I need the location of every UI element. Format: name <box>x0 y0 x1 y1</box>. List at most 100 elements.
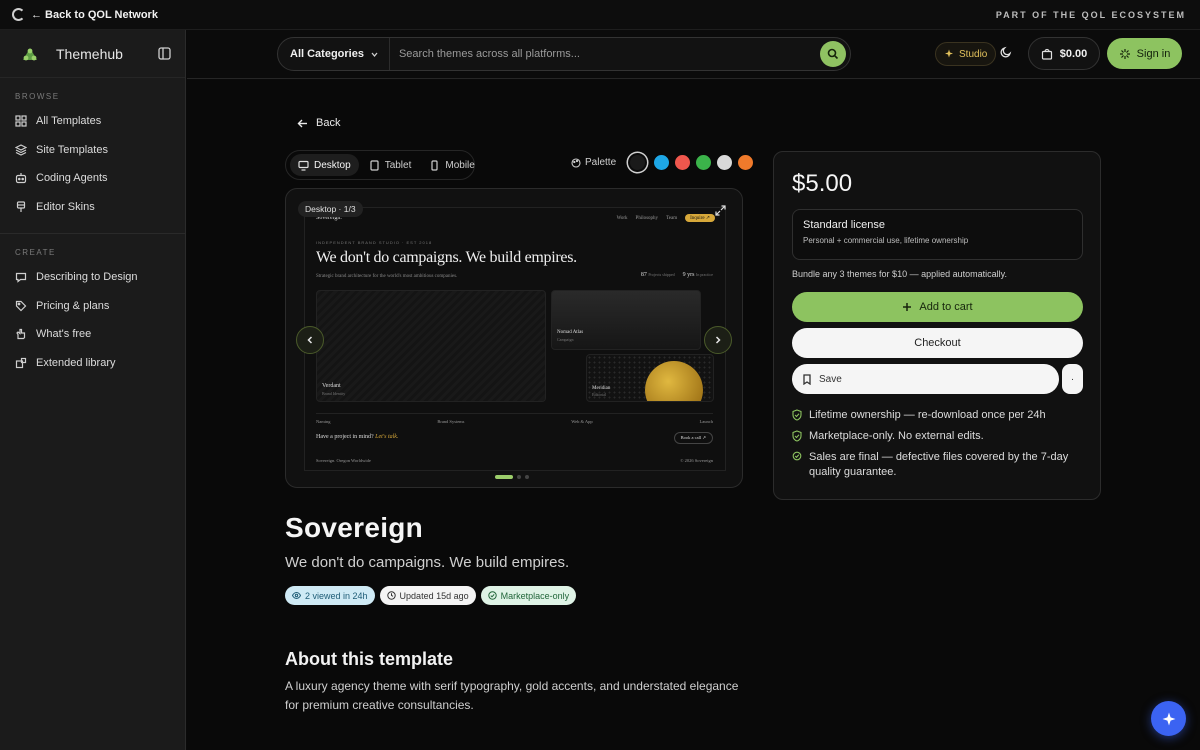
save-button[interactable]: Save <box>792 364 1059 394</box>
template-preview: Sovereign. Work Philosophy Team Inquire … <box>285 188 743 488</box>
mini-service: Launch <box>699 419 713 424</box>
clock-icon <box>386 591 396 600</box>
pagination-dot[interactable] <box>517 475 521 479</box>
palette-swatch[interactable] <box>696 155 712 170</box>
main-content: Back Desktop Tablet Mobile Palette Sover… <box>187 80 1200 750</box>
feature-text: Sales are final — defective files covere… <box>809 451 1069 478</box>
preview-badge: Desktop · 1/3 <box>298 201 363 217</box>
mini-project-card: Verdant Brand Identity <box>316 290 546 402</box>
sign-in-label: Sign in <box>1136 47 1171 60</box>
purchase-panel: $5.00 Standard license Personal + commer… <box>773 151 1101 500</box>
preview-next-button[interactable] <box>704 326 732 354</box>
expand-icon[interactable] <box>715 205 726 216</box>
network-bar: ← Back to QOL Network PART OF THE QOL EC… <box>0 0 1200 30</box>
sidebar-item-describing-to-design[interactable]: Describing to Design <box>0 263 185 292</box>
mini-nav-cta: Inquire ↗ <box>685 214 715 222</box>
mini-nav-link: Team <box>666 215 678 221</box>
sparkle-icon <box>1162 712 1175 725</box>
assistant-fab-button[interactable] <box>1151 701 1186 736</box>
category-select-value: All Categories <box>290 48 364 60</box>
search-input[interactable]: Search themes across all platforms... <box>390 48 820 60</box>
monitor-icon <box>298 160 309 171</box>
back-to-network-link[interactable]: ← Back to QOL Network <box>12 8 158 21</box>
sidebar-item-label: Coding Agents <box>36 172 108 185</box>
mini-nav: Sovereign. Work Philosophy Team Inquire … <box>316 212 715 224</box>
device-tabs: Desktop Tablet Mobile <box>285 150 475 180</box>
feature-item: Lifetime ownership — re-download once pe… <box>792 408 1087 423</box>
checkout-button[interactable]: Checkout <box>792 328 1083 358</box>
sidebar-item-coding-agents[interactable]: Coding Agents <box>0 164 185 193</box>
cart-button[interactable]: $0.00 <box>1028 37 1100 70</box>
theme-toggle-moon-icon[interactable] <box>999 45 1013 59</box>
library-icon <box>15 357 27 368</box>
palette-swatch[interactable] <box>630 155 646 170</box>
search-icon <box>827 48 839 60</box>
sidebar: Themehub BROWSE All Templates Site Templ… <box>0 30 186 750</box>
mini-stat-number: 9 yrs <box>682 272 695 278</box>
mini-card-title: Verdant <box>322 383 341 389</box>
mini-headline: We don't do campaigns. We build empires. <box>316 249 577 266</box>
back-button[interactable]: Back <box>297 117 340 129</box>
studio-label: Studio <box>959 48 988 60</box>
sidebar-item-pricing[interactable]: Pricing & plans <box>0 292 185 321</box>
mini-gold-sphere <box>645 361 703 401</box>
studio-button[interactable]: Studio <box>935 42 997 66</box>
add-to-cart-label: Add to cart <box>919 301 973 313</box>
chevron-left-icon <box>307 336 313 344</box>
mini-service: Naming <box>316 419 331 424</box>
palette-swatch[interactable] <box>738 155 754 170</box>
sidebar-divider <box>0 233 185 234</box>
tab-label: Desktop <box>314 159 351 171</box>
preview-prev-button[interactable] <box>296 326 324 354</box>
create-section-label: CREATE <box>15 248 56 257</box>
template-tagline: We don't do campaigns. We build empires. <box>285 554 570 571</box>
add-to-cart-button[interactable]: Add to cart <box>792 292 1083 322</box>
license-name: Standard license <box>803 219 885 231</box>
mini-callout-emphasis: Let's talk. <box>375 434 399 440</box>
preview-screenshot: Sovereign. Work Philosophy Team Inquire … <box>304 207 726 471</box>
pagination-dot[interactable] <box>495 475 513 479</box>
bot-icon <box>15 173 27 184</box>
views-badge-label: 2 viewed in 24h <box>305 590 368 601</box>
palette-swatch[interactable] <box>654 155 670 170</box>
category-select[interactable]: All Categories <box>278 38 390 70</box>
marketplace-badge-label: Marketplace-only <box>500 590 570 601</box>
sparkle-icon <box>945 49 953 58</box>
sidebar-item-editor-skins[interactable]: Editor Skins <box>0 193 185 222</box>
palette-swatch[interactable] <box>717 155 733 170</box>
tab-tablet[interactable]: Tablet <box>361 154 420 176</box>
sidebar-item-whats-free[interactable]: What's free <box>0 320 185 349</box>
palette-swatch[interactable] <box>675 155 691 170</box>
qol-logo-icon <box>12 8 25 21</box>
license-option[interactable]: Standard license Personal + commercial u… <box>792 209 1083 260</box>
tab-desktop[interactable]: Desktop <box>290 154 359 176</box>
marketplace-badge: Marketplace-only <box>480 586 577 605</box>
preview-pagination <box>495 475 529 479</box>
sidebar-item-extended-library[interactable]: Extended library <box>0 349 185 378</box>
sign-in-button[interactable]: Sign in <box>1107 38 1182 69</box>
chat-icon <box>15 273 27 283</box>
template-chips: 2 viewed in 24h Updated 15d ago Marketpl… <box>285 586 577 605</box>
bookmark-icon <box>803 373 811 385</box>
palette-label-group: Palette <box>571 157 616 168</box>
template-title: Sovereign <box>285 512 424 543</box>
more-options-button[interactable]: · <box>1062 364 1083 394</box>
mini-service: Web & App <box>571 419 593 424</box>
palette-label: Palette <box>585 157 617 168</box>
header: All Categories Search themes across all … <box>187 30 1200 79</box>
search-bar: All Categories Search themes across all … <box>277 37 851 71</box>
tab-mobile[interactable]: Mobile <box>421 154 482 176</box>
price: $5.00 <box>792 170 853 197</box>
brush-icon <box>16 201 26 212</box>
sidebar-item-all-templates[interactable]: All Templates <box>0 107 185 136</box>
sidebar-item-site-templates[interactable]: Site Templates <box>0 136 185 165</box>
mini-stat-label: Projects shipped <box>648 272 675 277</box>
pagination-dot[interactable] <box>525 475 529 479</box>
palette-picker: Palette <box>571 155 754 170</box>
search-button[interactable] <box>820 41 846 67</box>
feature-text: Lifetime ownership — re-download once pe… <box>809 409 1046 421</box>
mini-footer: Sovereign. Oregon Worldwide © 2026 Sover… <box>316 458 713 463</box>
back-label: Back <box>316 117 341 129</box>
ecosystem-label: PART OF THE QOL ECOSYSTEM <box>995 9 1186 20</box>
sidebar-toggle-icon[interactable] <box>158 47 171 60</box>
